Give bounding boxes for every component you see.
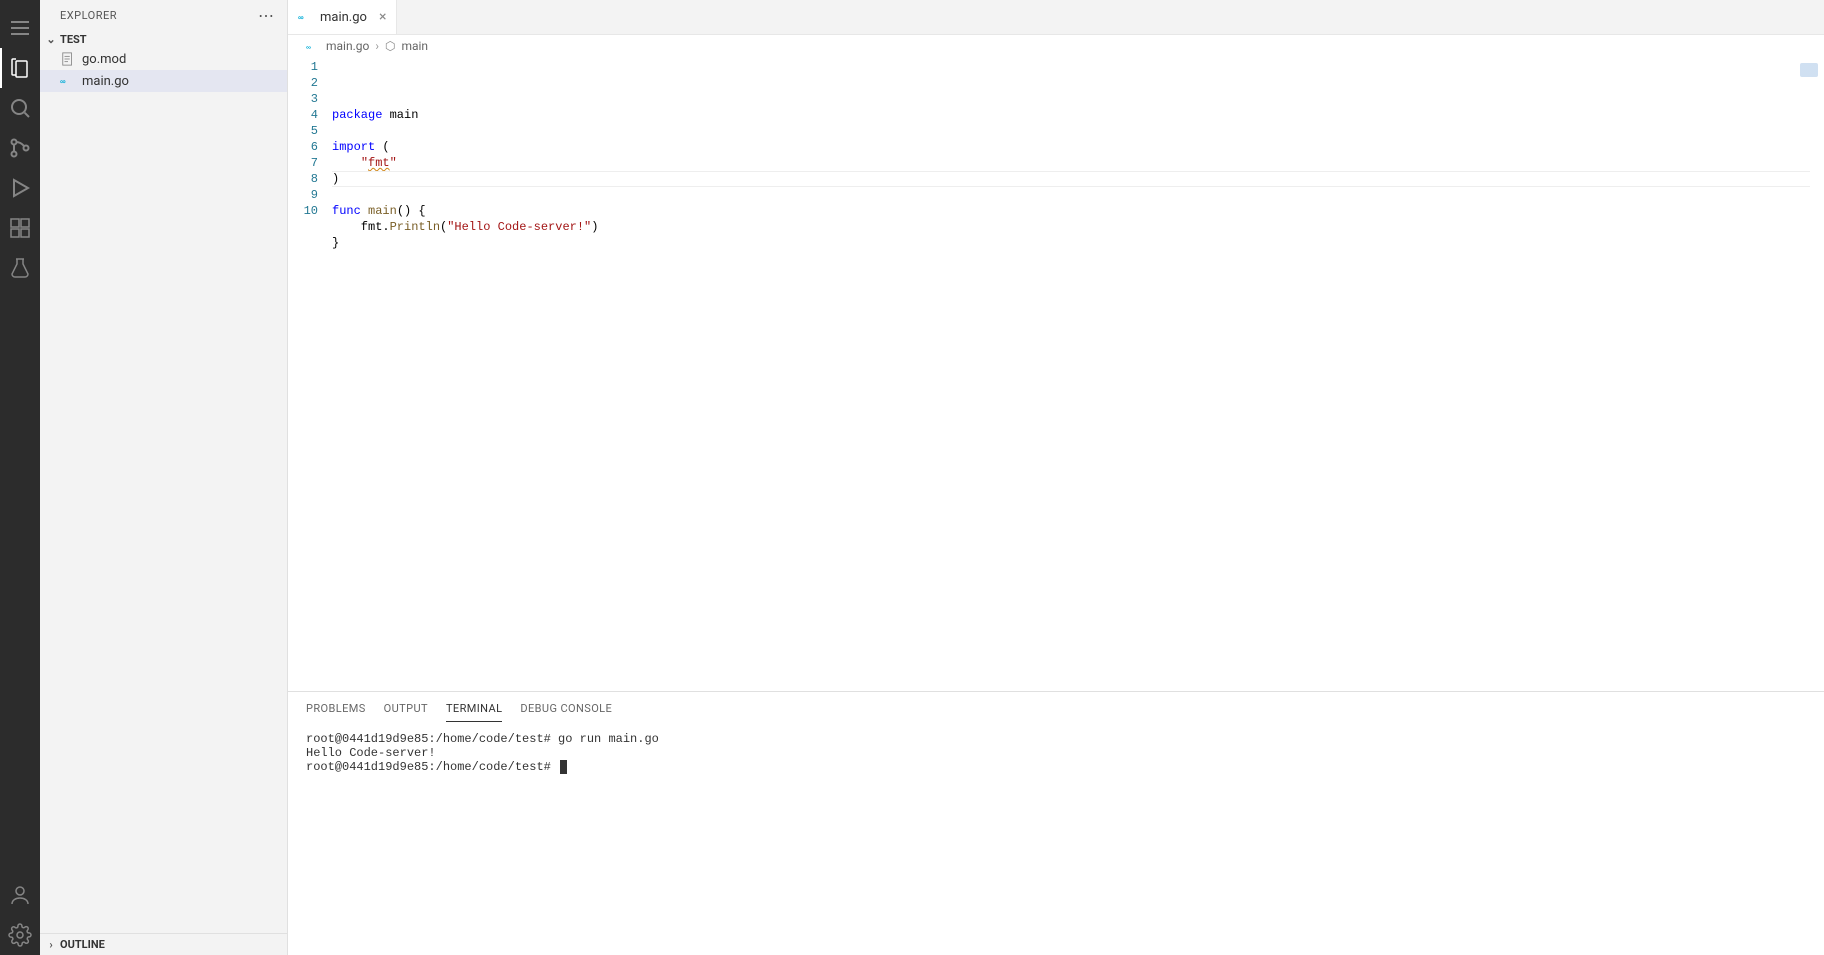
line-number: 5 xyxy=(288,123,318,139)
close-icon[interactable]: × xyxy=(379,9,386,25)
chevron-right-icon: › xyxy=(44,938,58,951)
outline-section[interactable]: › OUTLINE xyxy=(40,933,287,955)
code-line[interactable] xyxy=(332,187,1824,203)
line-number: 8 xyxy=(288,171,318,187)
code-area[interactable]: package main import ( "fmt") func main() {… xyxy=(332,57,1824,691)
line-number: 3 xyxy=(288,91,318,107)
explorer-title: EXPLORER xyxy=(60,9,117,22)
minimap[interactable] xyxy=(1800,63,1818,77)
extensions-icon[interactable] xyxy=(0,208,40,248)
explorer-sidebar: EXPLORER ⋯ ⌄ TEST go.mod ∞ main.go › OUTLI… xyxy=(40,0,288,955)
source-control-icon[interactable] xyxy=(0,128,40,168)
file-label: go.mod xyxy=(82,52,126,67)
symbol-icon: ⬡ xyxy=(385,39,395,53)
line-number: 10 xyxy=(288,203,318,219)
activity-bar xyxy=(0,0,40,955)
line-number: 2 xyxy=(288,75,318,91)
svg-text:∞: ∞ xyxy=(306,45,311,52)
tab-label: main.go xyxy=(320,10,367,25)
outline-label: OUTLINE xyxy=(60,938,105,951)
menu-icon[interactable] xyxy=(0,8,40,48)
line-number: 6 xyxy=(288,139,318,155)
panel-tab-terminal[interactable]: TERMINAL xyxy=(446,698,502,722)
settings-gear-icon[interactable] xyxy=(0,915,40,955)
code-line[interactable]: package main xyxy=(332,107,1824,123)
file-item-main-go[interactable]: ∞ main.go xyxy=(40,70,287,92)
bottom-panel: PROBLEMS OUTPUT TERMINAL DEBUG CONSOLE root… xyxy=(288,691,1824,955)
chevron-down-icon: ⌄ xyxy=(44,33,58,46)
terminal-line: root@0441d19d9e85:/home/code/test# go ru… xyxy=(306,732,1806,746)
testing-icon[interactable] xyxy=(0,248,40,288)
line-number: 9 xyxy=(288,187,318,203)
code-line[interactable]: fmt.Println("Hello Code-server!") xyxy=(332,219,1824,235)
text-file-icon xyxy=(60,51,76,67)
terminal-cursor xyxy=(560,760,567,774)
project-name: TEST xyxy=(60,33,87,46)
line-number: 4 xyxy=(288,107,318,123)
terminal-line: root@0441d19d9e85:/home/code/test# xyxy=(306,760,1806,774)
code-line[interactable]: "fmt" xyxy=(332,155,1824,171)
go-file-icon: ∞ xyxy=(60,73,76,89)
go-file-icon: ∞ xyxy=(306,39,320,53)
code-line[interactable] xyxy=(332,251,1824,267)
editor-group: ∞ main.go × ∞ main.go › ⬡ main 123456789… xyxy=(288,0,1824,955)
panel-tab-problems[interactable]: PROBLEMS xyxy=(306,698,366,722)
explorer-more-icon[interactable]: ⋯ xyxy=(258,6,275,25)
app-root: EXPLORER ⋯ ⌄ TEST go.mod ∞ main.go › OUTLI… xyxy=(0,0,1824,955)
panel-tabs: PROBLEMS OUTPUT TERMINAL DEBUG CONSOLE xyxy=(288,692,1824,722)
accounts-icon[interactable] xyxy=(0,875,40,915)
code-line[interactable] xyxy=(332,123,1824,139)
file-tree: ⌄ TEST go.mod ∞ main.go xyxy=(40,31,287,933)
breadcrumbs[interactable]: ∞ main.go › ⬡ main xyxy=(288,35,1824,57)
breadcrumb-symbol: main xyxy=(401,39,428,53)
line-number: 7 xyxy=(288,155,318,171)
terminal-line: Hello Code-server! xyxy=(306,746,1806,760)
file-label: main.go xyxy=(82,74,129,89)
run-debug-icon[interactable] xyxy=(0,168,40,208)
panel-tab-debug-console[interactable]: DEBUG CONSOLE xyxy=(520,698,612,722)
search-icon[interactable] xyxy=(0,88,40,128)
line-number: 1 xyxy=(288,59,318,75)
code-line[interactable]: ) xyxy=(332,171,1824,187)
line-gutter: 12345678910 xyxy=(288,57,332,691)
project-folder[interactable]: ⌄ TEST xyxy=(40,31,287,48)
code-editor[interactable]: 12345678910 package main import ( "fmt") f… xyxy=(288,57,1824,691)
explorer-header: EXPLORER ⋯ xyxy=(40,0,287,31)
svg-text:∞: ∞ xyxy=(298,13,304,22)
go-file-icon: ∞ xyxy=(298,9,314,25)
explorer-icon[interactable] xyxy=(0,48,40,88)
breadcrumb-separator-icon: › xyxy=(375,39,379,53)
code-line[interactable]: func main() { xyxy=(332,203,1824,219)
file-item-go-mod[interactable]: go.mod xyxy=(40,48,287,70)
terminal[interactable]: root@0441d19d9e85:/home/code/test# go ru… xyxy=(288,722,1824,955)
code-line[interactable]: } xyxy=(332,235,1824,251)
panel-tab-output[interactable]: OUTPUT xyxy=(384,698,428,722)
code-line[interactable]: import ( xyxy=(332,139,1824,155)
tab-bar: ∞ main.go × xyxy=(288,0,1824,35)
breadcrumb-file: main.go xyxy=(326,39,369,53)
svg-text:∞: ∞ xyxy=(60,77,66,86)
tab-main-go[interactable]: ∞ main.go × xyxy=(288,0,397,34)
